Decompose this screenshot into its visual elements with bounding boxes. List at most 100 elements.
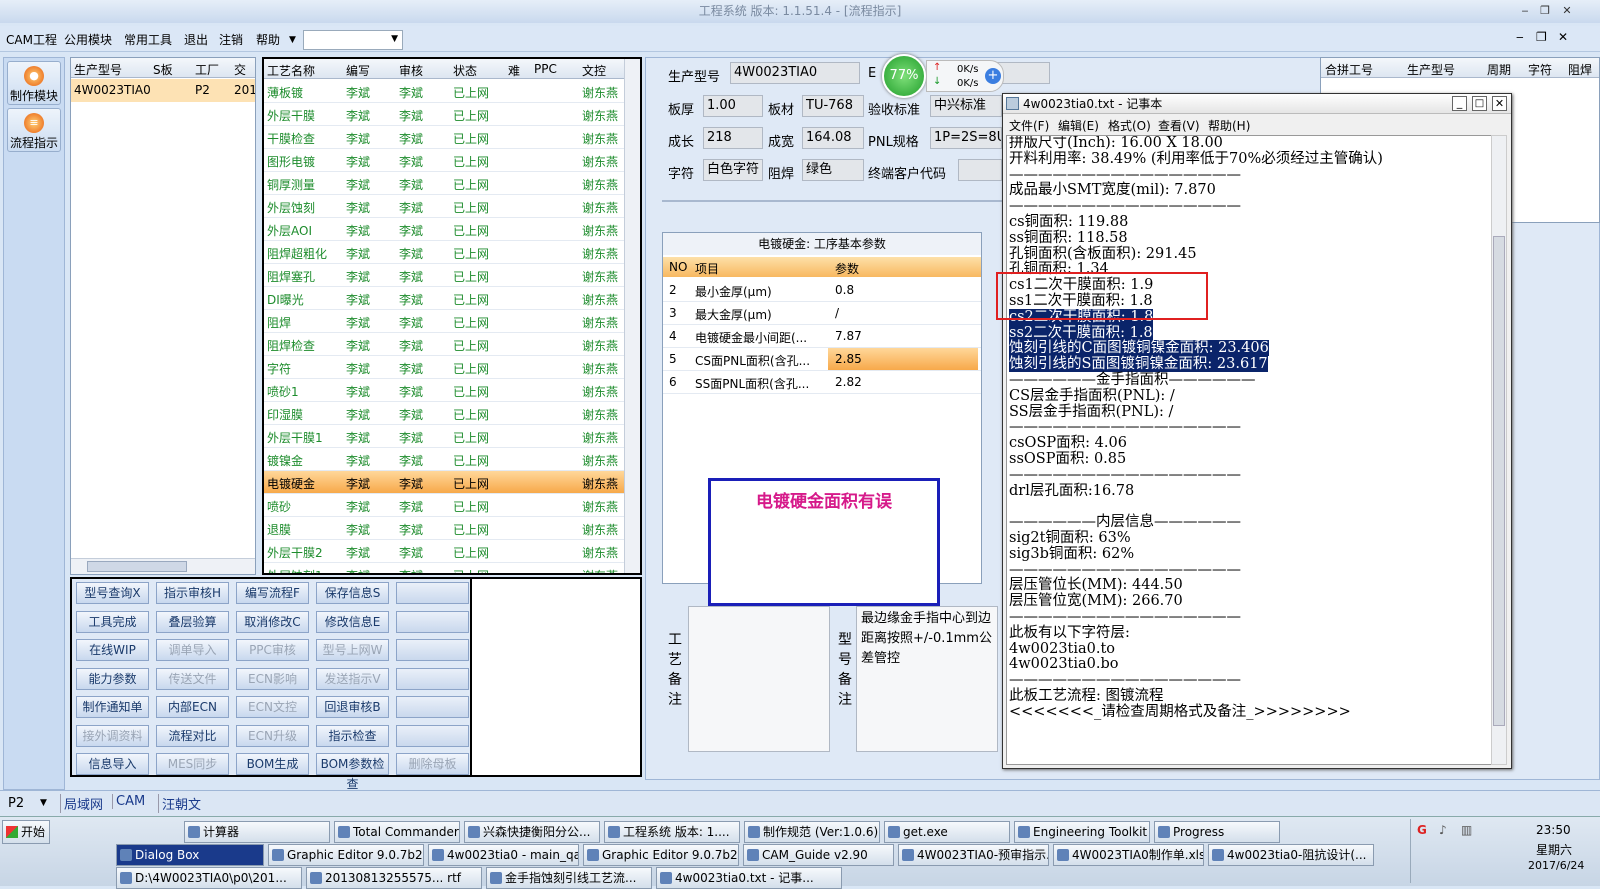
- table-row[interactable]: 电镀硬金 李斌 李斌 已上网 谢东燕: [264, 471, 640, 494]
- function-button[interactable]: 信息导入: [76, 753, 149, 775]
- col-header[interactable]: 生产型号: [1407, 61, 1455, 78]
- chevron-down-icon[interactable]: ▼: [289, 35, 296, 45]
- col-header[interactable]: 合拼工号: [1325, 61, 1373, 78]
- chevron-down-icon[interactable]: ▼: [391, 34, 398, 44]
- menu-combobox[interactable]: ▼: [303, 30, 403, 50]
- taskbar-button[interactable]: CAM_Guide v2.90: [743, 844, 894, 866]
- minimize-icon[interactable]: _: [1452, 96, 1467, 111]
- blank-button[interactable]: [396, 582, 469, 604]
- menu-help[interactable]: 帮助: [256, 31, 280, 48]
- table-row[interactable]: 6 SS面PNL面积(含孔... 2.82: [663, 371, 981, 394]
- col-header[interactable]: 阻焊: [1568, 61, 1592, 78]
- col-header[interactable]: 字符: [1528, 61, 1552, 78]
- notepad-menu-help[interactable]: 帮助(H): [1208, 117, 1250, 134]
- blank-button[interactable]: [396, 724, 469, 747]
- table-row[interactable]: 外层蚀刻1 李斌 李斌 已上网 谢东燕: [264, 563, 640, 573]
- volume-icon[interactable]: ♪: [1439, 823, 1447, 837]
- maximize-icon[interactable]: ❐: [1536, 3, 1554, 19]
- notepad-scrollbar[interactable]: [1491, 135, 1507, 765]
- function-button[interactable]: 删除母板: [396, 753, 469, 775]
- notepad-menu-file[interactable]: 文件(F): [1009, 117, 1049, 134]
- col-header[interactable]: 文控: [582, 62, 606, 79]
- col-header[interactable]: 难: [508, 62, 520, 79]
- table-row[interactable]: 铜厚测量 李斌 李斌 已上网 谢东燕: [264, 172, 640, 195]
- notepad-text-area[interactable]: 拼版尺寸(Inch): 16.00 X 18.00 开料利用率: 38.49% (…: [1006, 135, 1494, 765]
- col-header[interactable]: 项目: [695, 260, 719, 277]
- table-row[interactable]: 喷砂1 李斌 李斌 已上网 谢东燕: [264, 379, 640, 402]
- status-tab-cam[interactable]: CAM: [112, 794, 145, 809]
- col-header[interactable]: 编写: [346, 62, 370, 79]
- function-button[interactable]: 工具完成: [76, 610, 149, 633]
- table-row[interactable]: 印湿膜 李斌 李斌 已上网 谢东燕: [264, 402, 640, 425]
- function-button[interactable]: 回退审核B: [316, 696, 389, 718]
- function-button[interactable]: 流程对比: [156, 724, 229, 747]
- taskbar-button[interactable]: 兴森快捷衡阳分公...: [464, 821, 600, 843]
- table-row[interactable]: 喷砂 李斌 李斌 已上网 谢东燕: [264, 494, 640, 517]
- pnl-field[interactable]: 1P=2S=8U: [930, 127, 1002, 149]
- taskbar-button[interactable]: Graphic Editor 9.0.7b2 (0...: [268, 844, 424, 866]
- scroll-thumb[interactable]: [1493, 236, 1505, 726]
- mdi-restore-icon[interactable]: ❐: [1536, 30, 1547, 44]
- table-row[interactable]: 3 最大金厚(μm) /: [663, 302, 981, 325]
- function-button[interactable]: 制作通知单: [76, 696, 149, 718]
- table-row[interactable]: 阻焊检查 李斌 李斌 已上网 谢东燕: [264, 333, 640, 356]
- function-button[interactable]: 指示审核H: [156, 582, 229, 604]
- function-button[interactable]: ECN文控: [236, 696, 309, 718]
- col-header[interactable]: 参数: [835, 260, 859, 277]
- network-speed-gauge[interactable]: 77%: [882, 54, 926, 98]
- table-row[interactable]: 2 最小金厚(μm) 0.8: [663, 279, 981, 302]
- table-row[interactable]: 字符 李斌 李斌 已上网 谢东燕: [264, 356, 640, 379]
- taskbar-button[interactable]: 4W0023TIA0制作单.xls ...: [1053, 844, 1204, 866]
- function-button[interactable]: 保存信息S: [316, 582, 389, 604]
- table-row[interactable]: 外层干膜 李斌 李斌 已上网 谢东燕: [264, 103, 640, 126]
- col-header[interactable]: NO: [669, 260, 687, 274]
- col-header[interactable]: 审核: [399, 62, 423, 79]
- status-tab-lan[interactable]: 局域网: [60, 794, 103, 813]
- notepad-menu-format[interactable]: 格式(O): [1108, 117, 1151, 134]
- taskbar-button[interactable]: Dialog Box: [116, 844, 264, 866]
- width-field[interactable]: 164.08: [802, 127, 864, 149]
- horizontal-scrollbar[interactable]: [71, 558, 255, 574]
- function-button[interactable]: 能力参数: [76, 667, 149, 690]
- table-row[interactable]: 阻焊塞孔 李斌 李斌 已上网 谢东燕: [264, 264, 640, 287]
- close-icon[interactable]: ✕: [1492, 96, 1507, 111]
- table-row[interactable]: 干膜检查 李斌 李斌 已上网 谢东燕: [264, 126, 640, 149]
- table-row[interactable]: 阻焊超粗化 李斌 李斌 已上网 谢东燕: [264, 241, 640, 264]
- notepad-titlebar[interactable]: 4w0023tia0.txt - 记事本 _ □ ✕: [1003, 94, 1511, 114]
- col-header[interactable]: 生产型号: [74, 61, 122, 78]
- function-button[interactable]: 取消修改C: [236, 610, 309, 633]
- site-select[interactable]: P2: [8, 796, 24, 811]
- col-header[interactable]: PPC: [534, 62, 557, 76]
- table-row[interactable]: 退膜 李斌 李斌 已上网 谢东燕: [264, 517, 640, 540]
- function-button[interactable]: 接外调资料: [76, 724, 149, 747]
- close-icon[interactable]: ✕: [1558, 3, 1576, 19]
- function-button[interactable]: ECN影响: [236, 667, 309, 690]
- tray-app-icon[interactable]: G: [1417, 823, 1427, 837]
- table-row[interactable]: 外层干膜1 李斌 李斌 已上网 谢东燕: [264, 425, 640, 448]
- function-button[interactable]: 内部ECN: [156, 696, 229, 718]
- function-button[interactable]: 编写流程F: [236, 582, 309, 604]
- table-row[interactable]: 图形电镀 李斌 李斌 已上网 谢东燕: [264, 149, 640, 172]
- network-icon[interactable]: ▥: [1461, 823, 1472, 837]
- minimize-icon[interactable]: ‒: [1516, 3, 1534, 19]
- taskbar-button[interactable]: 计算器: [184, 821, 330, 843]
- function-button[interactable]: 修改信息E: [316, 610, 389, 633]
- function-button[interactable]: 在线WIP: [76, 639, 149, 661]
- menu-logout[interactable]: 注销: [219, 31, 243, 48]
- table-row[interactable]: 4W0023TIA0 P2 201: [71, 79, 255, 102]
- maximize-icon[interactable]: □: [1472, 96, 1487, 111]
- function-button[interactable]: MES同步: [156, 753, 229, 775]
- menu-cam[interactable]: CAM工程: [6, 31, 57, 48]
- table-row[interactable]: 薄板镀 李斌 李斌 已上网 谢东燕: [264, 80, 640, 103]
- col-header[interactable]: S板: [153, 61, 173, 78]
- taskbar-button[interactable]: Engineering Toolkit 9....: [1014, 821, 1150, 843]
- menu-tools[interactable]: 常用工具: [124, 31, 172, 48]
- col-header[interactable]: 状态: [453, 62, 477, 79]
- add-icon[interactable]: +: [985, 68, 1001, 84]
- table-row[interactable]: 外层AOI 李斌 李斌 已上网 谢东燕: [264, 218, 640, 241]
- function-button[interactable]: 发送指示V: [316, 667, 389, 690]
- acceptance-field[interactable]: 中兴标准: [930, 95, 1002, 117]
- length-field[interactable]: 218: [703, 127, 763, 149]
- start-button[interactable]: 开始: [2, 820, 50, 844]
- table-row[interactable]: 外层干膜2 李斌 李斌 已上网 谢东燕: [264, 540, 640, 563]
